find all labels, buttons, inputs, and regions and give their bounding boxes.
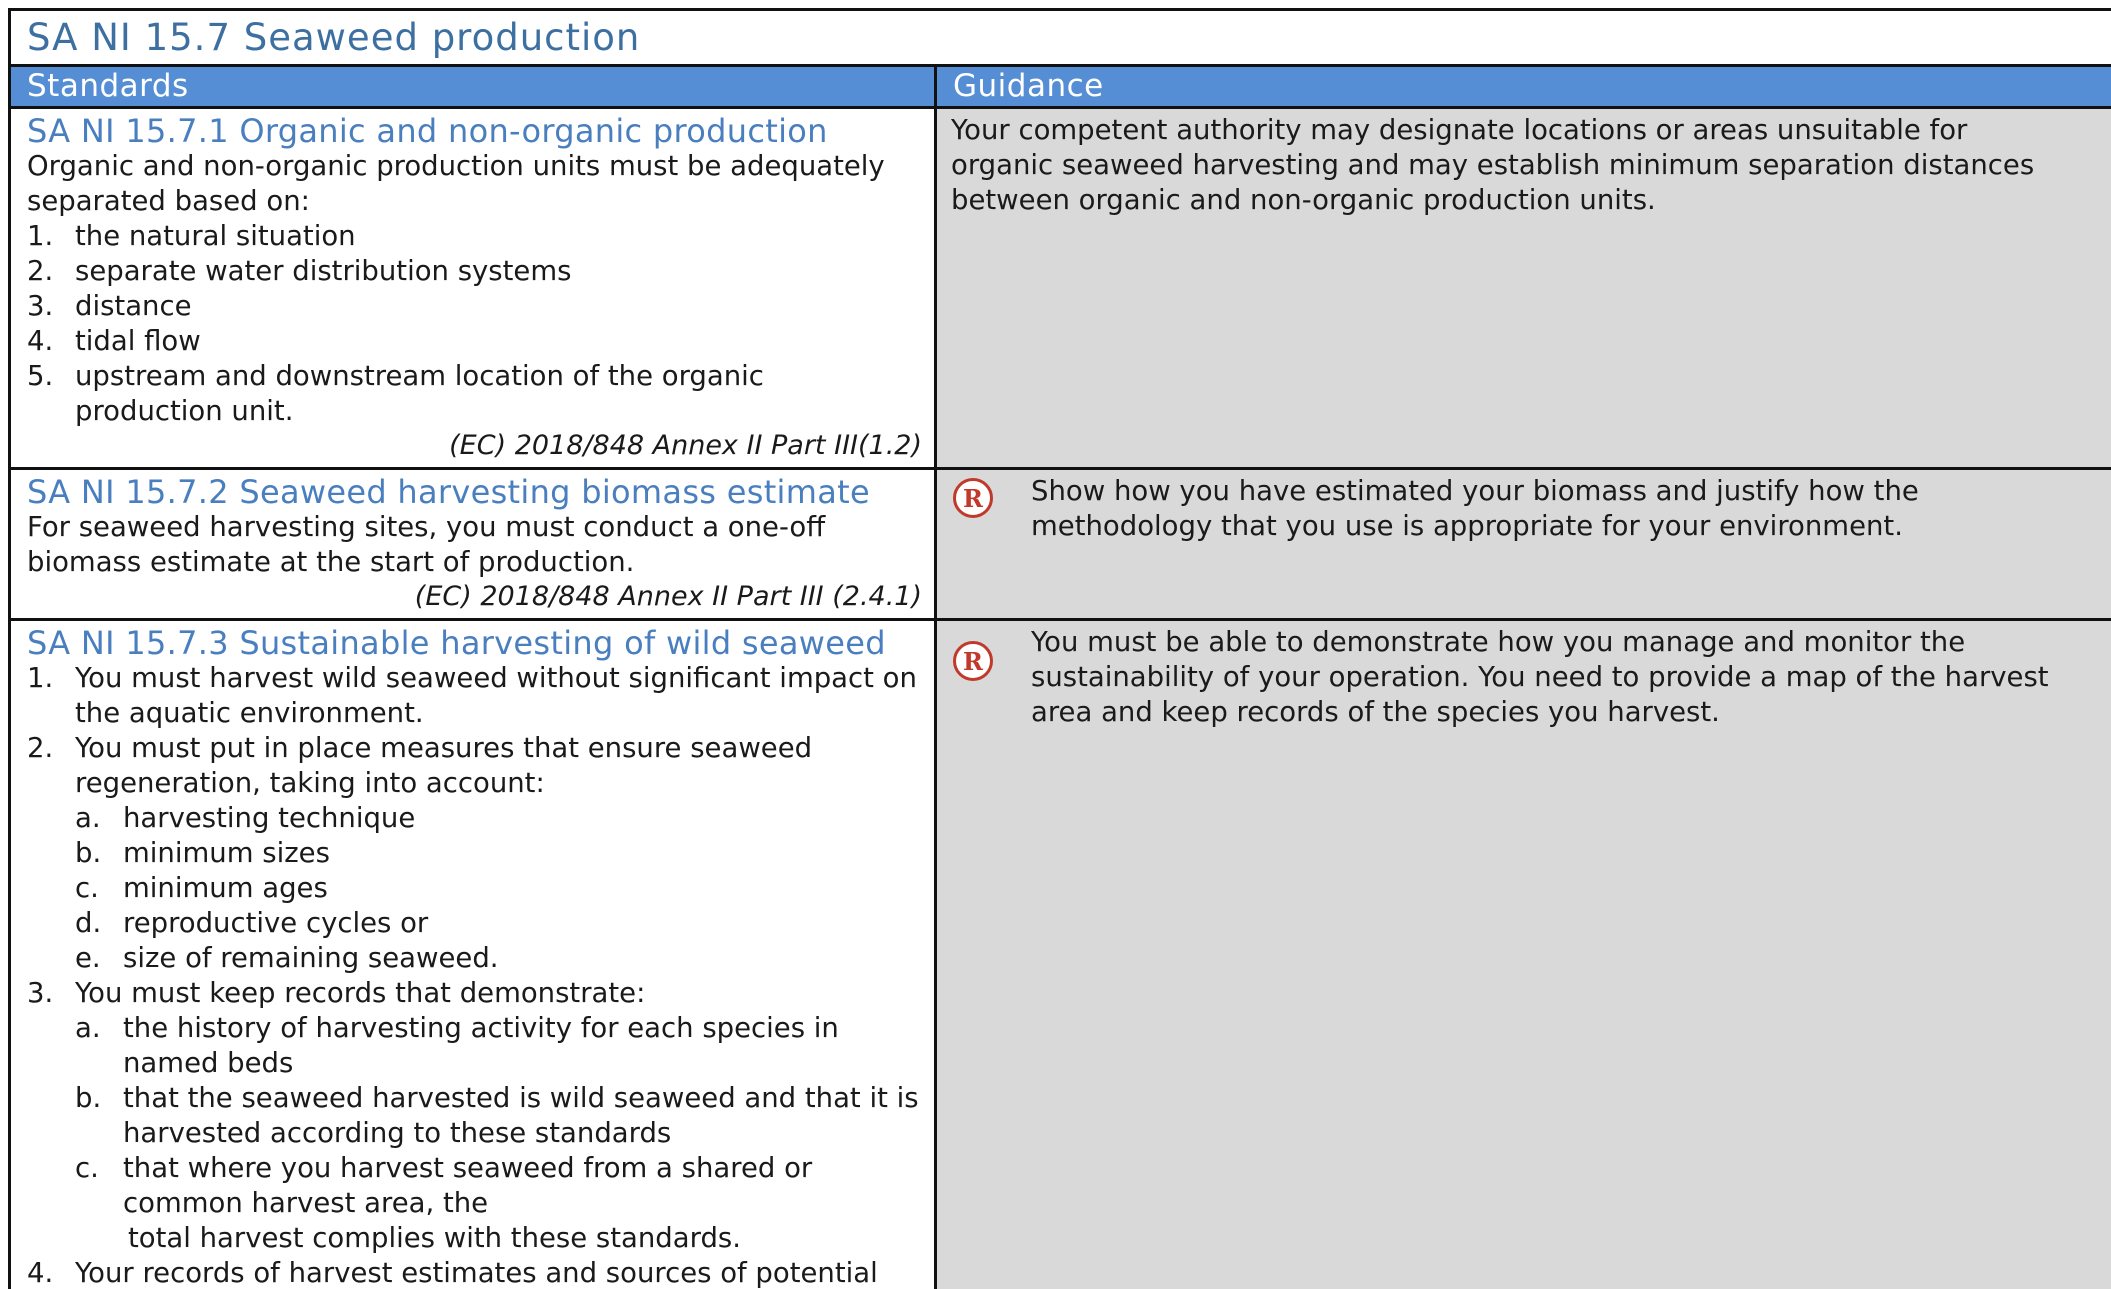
standard-title: SA NI 15.7.2 Seaweed harvesting biomass … <box>27 473 870 511</box>
standard-intro: For seaweed harvesting sites, you must c… <box>27 511 826 578</box>
regulation-reference: (EC) 2018/848 Annex II Part III(1.2) <box>449 430 922 461</box>
list-item: b. that the seaweed harvested is wild sea… <box>75 1082 919 1149</box>
standard-title: SA NI 15.7.1 Organic and non-organic pro… <box>27 112 828 150</box>
lettered-list: a. the history of harvesting activity for… <box>75 1011 922 1221</box>
standard-title: SA NI 15.7.3 Sustainable harvesting of w… <box>27 624 886 662</box>
table-row: SA NI 15.7.2 Seaweed harvesting biomass … <box>11 470 2111 621</box>
list-item: c. that where you harvest seaweed from a … <box>75 1152 813 1219</box>
list-item: 1. the natural situation <box>27 220 356 252</box>
list-item: 4. tidal flow <box>27 325 201 357</box>
list-item: d. reproductive cycles or <box>75 907 429 939</box>
guidance-cell: Your competent authority may designate l… <box>937 109 2111 467</box>
header-guidance: Guidance <box>953 68 1104 104</box>
table-row: SA NI 15.7.1 Organic and non-organic pro… <box>11 109 2111 470</box>
list-item-continuation: total harvest complies with these standa… <box>128 1222 741 1254</box>
section-title-row: SA NI 15.7 Seaweed production <box>11 11 2111 67</box>
list-item: 2. You must put in place measures that en… <box>27 731 922 976</box>
guidance-text: Show how you have estimated your biomass… <box>1031 475 1919 542</box>
list-item: a. harvesting technique <box>75 802 416 834</box>
list-item: e. size of remaining seaweed. <box>75 942 499 974</box>
standard-cell: SA NI 15.7.2 Seaweed harvesting biomass … <box>11 470 937 618</box>
requirement-badge-icon: R <box>953 641 993 681</box>
numbered-list: 1. the natural situation 2. separate water… <box>27 219 922 429</box>
table-row: SA NI 15.7.3 Sustainable harvesting of w… <box>11 621 2111 1289</box>
numbered-list: 1. You must harvest wild seaweed without … <box>27 661 922 1289</box>
guidance-cell: R Show how you have estimated your bioma… <box>937 470 2111 618</box>
list-item: 1. You must harvest wild seaweed without … <box>27 662 917 729</box>
list-item: c. minimum ages <box>75 872 328 904</box>
guidance-text: You must be able to demonstrate how you … <box>1031 626 2049 728</box>
regulation-reference: (EC) 2018/848 Annex II Part III (2.4.1) <box>414 581 922 612</box>
header-standards: Standards <box>11 67 937 106</box>
standard-intro: Organic and non-organic production units… <box>27 150 885 217</box>
list-item: 3. You must keep records that demonstrate… <box>27 976 922 1256</box>
guidance-cell: R You must be able to demonstrate how yo… <box>937 621 2111 1289</box>
table-header: Standards Guidance <box>11 67 2111 109</box>
list-item: a. the history of harvesting activity for… <box>75 1012 839 1079</box>
standard-cell: SA NI 15.7.3 Sustainable harvesting of w… <box>11 621 937 1289</box>
lettered-list: a. harvesting technique b. minimum sizes c… <box>75 801 922 976</box>
list-item: 2. separate water distribution systems <box>27 255 572 287</box>
guidance-text: Your competent authority may designate l… <box>951 114 2035 216</box>
section-title: SA NI 15.7 Seaweed production <box>27 16 641 59</box>
standards-table: SA NI 15.7 Seaweed production Standards … <box>8 8 2111 1289</box>
list-item: 4. Your records of harvest estimates and … <box>27 1257 878 1289</box>
list-item: 5. upstream and downstream location of th… <box>27 360 764 427</box>
standard-cell: SA NI 15.7.1 Organic and non-organic pro… <box>11 109 937 467</box>
list-item: 3. distance <box>27 290 192 322</box>
list-item: b. minimum sizes <box>75 837 330 869</box>
requirement-badge-icon: R <box>953 478 993 518</box>
